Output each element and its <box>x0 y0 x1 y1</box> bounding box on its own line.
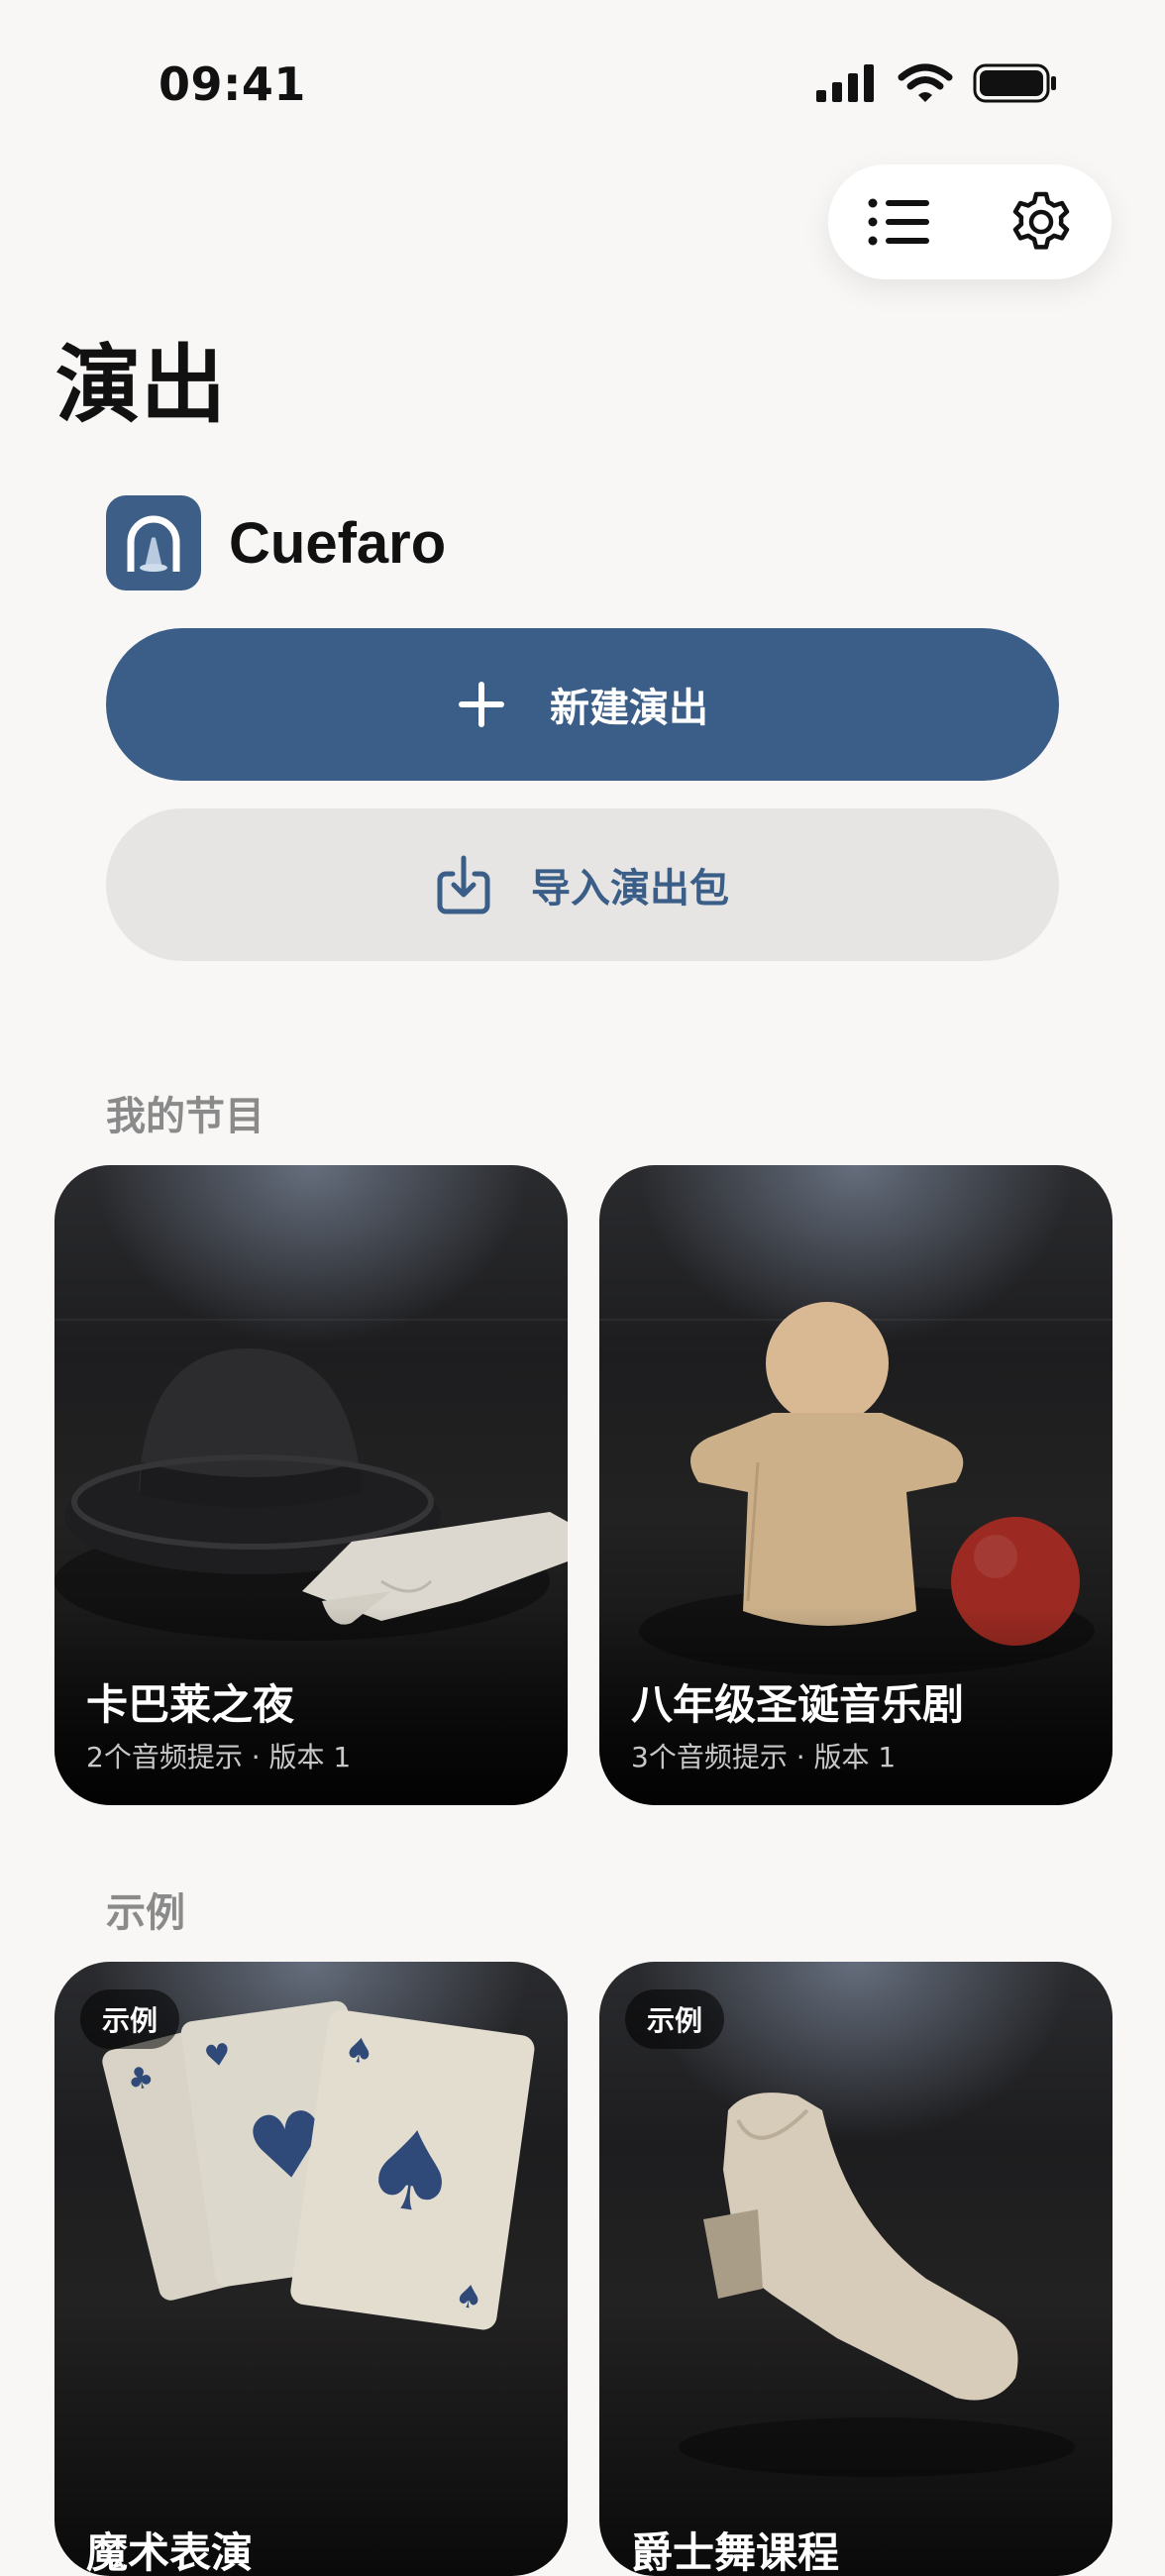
list-view-button[interactable] <box>855 177 944 267</box>
new-show-label: 新建演出 <box>550 686 708 731</box>
svg-text:♠: ♠ <box>342 2030 377 2074</box>
import-label: 导入演出包 <box>531 866 729 912</box>
status-time: 09:41 <box>159 57 306 111</box>
example-badge: 示例 <box>80 1989 180 2049</box>
gear-icon <box>1012 191 1069 250</box>
svg-text:♥: ♥ <box>202 2037 234 2075</box>
my-shows-title: 我的节目 <box>106 1094 265 1139</box>
settings-button[interactable] <box>997 177 1086 267</box>
wifi-icon <box>898 63 953 107</box>
show-card-subtitle: 3个音频提示 · 版本 1 <box>631 1741 897 1773</box>
import-icon <box>437 855 490 914</box>
app-logo-icon <box>106 495 201 590</box>
show-card-subtitle: 2个音频提示 · 版本 1 <box>86 1741 352 1773</box>
playing-cards-image: ♣ ♥ ♥ ♠ ♠ ♠ <box>102 2000 535 2330</box>
list-icon <box>868 198 929 246</box>
svg-text:♠: ♠ <box>355 2102 469 2241</box>
svg-text:♠: ♠ <box>453 2276 486 2317</box>
import-package-button[interactable]: 导入演出包 <box>106 808 1059 961</box>
status-icons <box>816 63 1058 107</box>
battery-icon <box>973 63 1058 107</box>
example-card[interactable]: 示例 爵士舞课程 <box>599 1962 1112 2576</box>
show-card-title: 八年级圣诞音乐剧 <box>631 1680 965 1729</box>
new-show-button[interactable]: 新建演出 <box>106 628 1059 781</box>
example-card-title: 魔术表演 <box>86 2528 254 2576</box>
example-badge: 示例 <box>625 1989 725 2049</box>
toolbar <box>828 164 1112 279</box>
plus-icon <box>459 682 504 727</box>
brand-row: Cuefaro <box>106 495 446 590</box>
show-card[interactable]: 卡巴莱之夜 2个音频提示 · 版本 1 <box>54 1165 568 1805</box>
examples-title: 示例 <box>106 1890 185 1936</box>
show-card-title: 卡巴莱之夜 <box>86 1680 295 1729</box>
app-name: Cuefaro <box>229 510 447 576</box>
page-title: 演出 <box>55 336 226 435</box>
jazz-shoe-image <box>679 2093 1075 2477</box>
cellular-signal-icon <box>816 64 878 106</box>
example-card-title: 爵士舞课程 <box>631 2528 840 2576</box>
show-card[interactable]: 八年级圣诞音乐剧 3个音频提示 · 版本 1 <box>599 1165 1112 1805</box>
example-card[interactable]: ♣ ♥ ♥ ♠ ♠ ♠ 示例 魔术表演 <box>54 1962 568 2576</box>
